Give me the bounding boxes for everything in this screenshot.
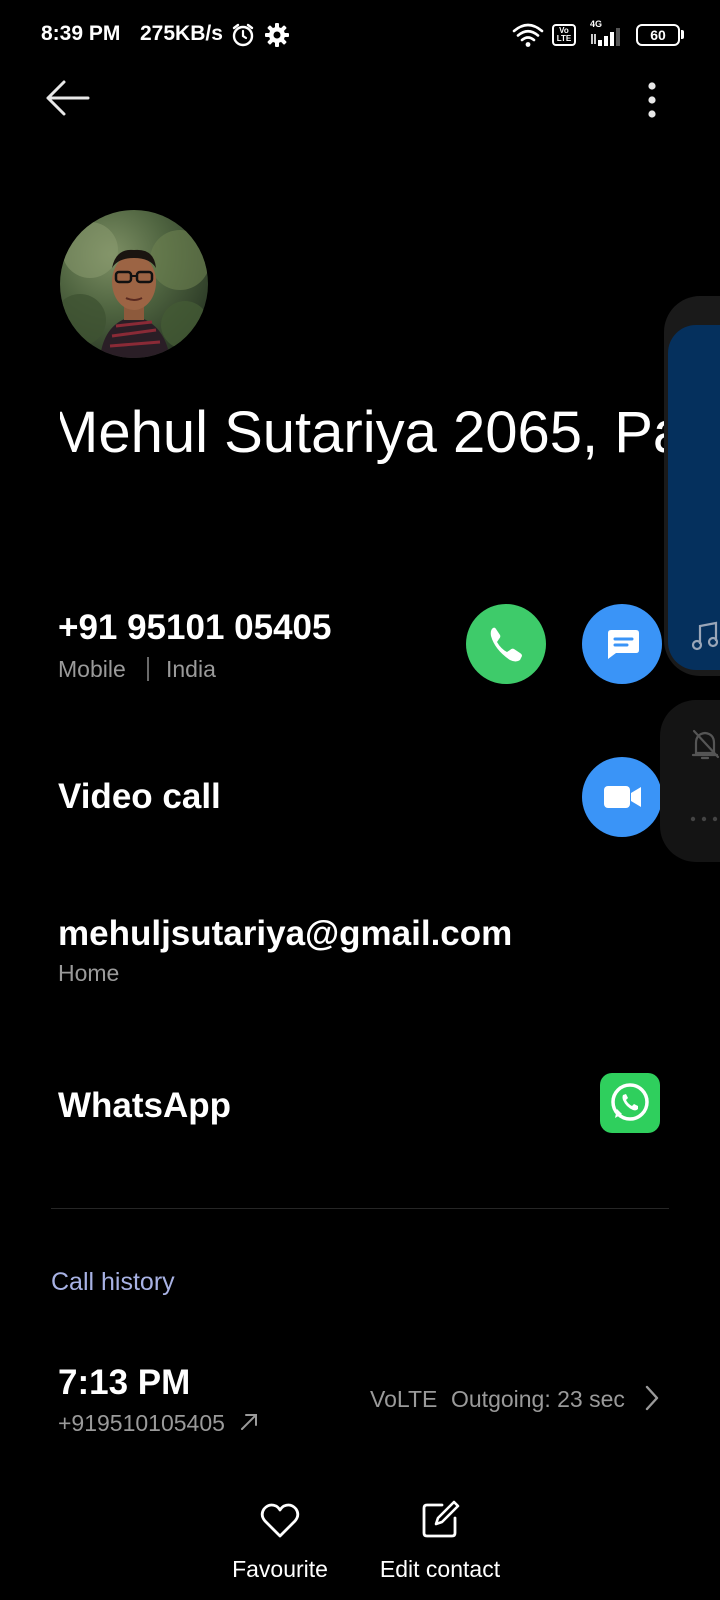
network-speed: 275KB/s	[140, 22, 223, 45]
call-history-title: Call history	[51, 1268, 175, 1296]
phone-icon	[490, 627, 522, 662]
status-time: 8:39 PM	[41, 22, 121, 45]
email-address[interactable]: mehuljsutariya@gmail.com	[58, 914, 512, 954]
video-call-label[interactable]: Video call	[58, 777, 221, 817]
battery-icon: 60	[636, 24, 680, 46]
heart-icon	[260, 1503, 300, 1538]
more-options-icon[interactable]	[630, 76, 674, 124]
call-history-number: +919510105405	[58, 1410, 225, 1436]
call-button[interactable]	[466, 604, 546, 684]
email-type-label: Home	[58, 960, 120, 986]
call-history-network: VoLTE	[370, 1386, 438, 1412]
video-camera-icon	[604, 786, 641, 808]
favourite-button[interactable]: Favourite	[205, 1498, 355, 1583]
settings-icon	[265, 23, 289, 47]
contact-avatar[interactable]	[60, 210, 208, 358]
edit-contact-button[interactable]: Edit contact	[365, 1498, 515, 1583]
call-history-time[interactable]: 7:13 PM	[58, 1363, 190, 1403]
edit-contact-label: Edit contact	[379, 1556, 501, 1582]
phone-number[interactable]: +91 95101 05405	[58, 608, 331, 648]
outgoing-call-icon	[241, 1414, 257, 1430]
favourite-label: Favourite	[232, 1556, 328, 1582]
avatar-photo	[60, 222, 208, 358]
volte-icon: Vo LTE	[552, 24, 576, 46]
battery-tip	[681, 30, 684, 39]
edit-icon	[422, 1500, 460, 1538]
music-note-icon	[691, 621, 719, 651]
chevron-right-icon[interactable]	[642, 1383, 662, 1413]
back-arrow-icon[interactable]	[40, 76, 96, 120]
phone-type-label: Mobile	[58, 656, 126, 682]
contact-name: Mehul Sutariya 2065, Pa	[60, 400, 664, 465]
message-icon	[608, 630, 639, 659]
bell-off-icon[interactable]	[690, 727, 720, 761]
floating-side-panel-secondary[interactable]	[660, 700, 720, 862]
section-divider	[51, 1208, 669, 1209]
phone-country-label: India	[166, 656, 216, 682]
wifi-icon	[512, 23, 544, 47]
signal-icon	[591, 28, 620, 46]
alarm-icon	[232, 23, 254, 47]
whatsapp-label[interactable]: WhatsApp	[58, 1086, 231, 1126]
phone-label-divider	[147, 657, 149, 681]
music-widget-panel[interactable]	[668, 325, 720, 670]
more-dots-icon[interactable]	[690, 814, 720, 824]
call-history-detail: Outgoing: 23 sec	[451, 1386, 625, 1412]
message-button[interactable]	[582, 604, 662, 684]
video-call-button[interactable]	[582, 757, 662, 837]
whatsapp-icon[interactable]	[600, 1073, 660, 1133]
